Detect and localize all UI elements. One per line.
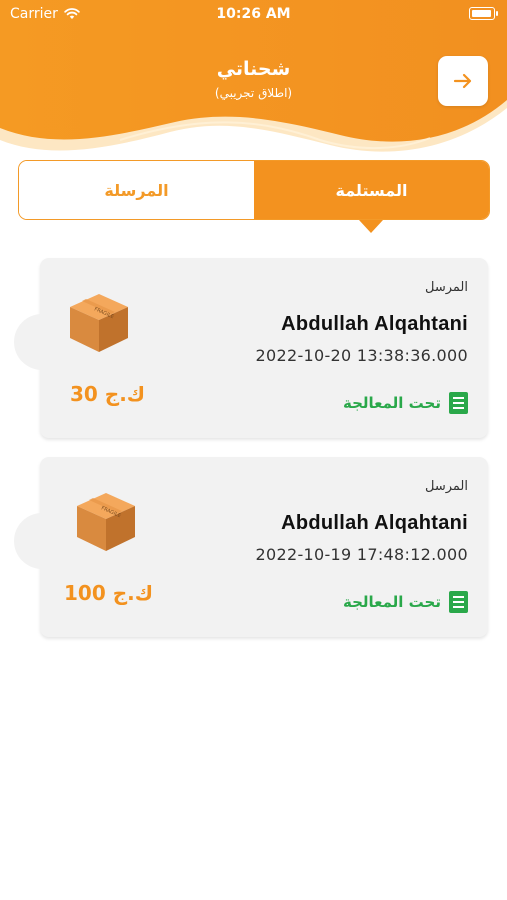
clock: 10:26 AM [216, 6, 291, 22]
back-button[interactable] [438, 56, 488, 106]
shipment-weight: 100 ك.ج [64, 581, 154, 605]
package-box-icon: FRAGILE [73, 489, 139, 559]
status-text: تحت المعالجة [342, 593, 441, 611]
shipment-card[interactable]: FRAGILE 30 ك.ج المرسل Abdullah Alqahtani… [14, 258, 488, 438]
tab-sent[interactable]: المرسلة [19, 161, 254, 219]
status-bar: Carrier 10:26 AM [0, 0, 507, 30]
status-badge: تحت المعالجة [343, 392, 468, 414]
arrow-right-icon [453, 73, 472, 89]
selected-tab-pointer [359, 220, 383, 233]
shipments-tab-bar: المرسلة المستلمة [18, 160, 490, 220]
document-icon [449, 591, 468, 613]
sender-label: المرسل [425, 280, 468, 295]
sender-name: Abdullah Alqahtani [281, 313, 468, 335]
status-text: تحت المعالجة [342, 394, 441, 412]
battery-icon [469, 7, 498, 20]
page-title: شحناتي [216, 58, 291, 80]
shipment-datetime: 2022-10-20 13:38:36.000 [255, 346, 468, 365]
sender-label: المرسل [425, 479, 468, 494]
shipment-weight: 30 ك.ج [70, 382, 146, 406]
tab-received[interactable]: المستلمة [254, 161, 489, 219]
document-icon [449, 392, 468, 414]
status-badge: تحت المعالجة [343, 591, 468, 613]
title-block: شحناتي (اطلاق تجريبي) [0, 58, 507, 100]
shipment-datetime: 2022-10-19 17:48:12.000 [255, 545, 468, 564]
shipment-card[interactable]: FRAGILE 100 ك.ج المرسل Abdullah Alqahtan… [14, 457, 488, 637]
card-notch [14, 513, 70, 569]
page-subtitle: (اطلاق تجريبي) [214, 86, 293, 100]
card-notch [14, 314, 70, 370]
header: Carrier 10:26 AM شحناتي (اطلاق تجريبي) [0, 0, 507, 170]
package-box-icon: FRAGILE [66, 290, 132, 360]
sender-name: Abdullah Alqahtani [281, 512, 468, 534]
